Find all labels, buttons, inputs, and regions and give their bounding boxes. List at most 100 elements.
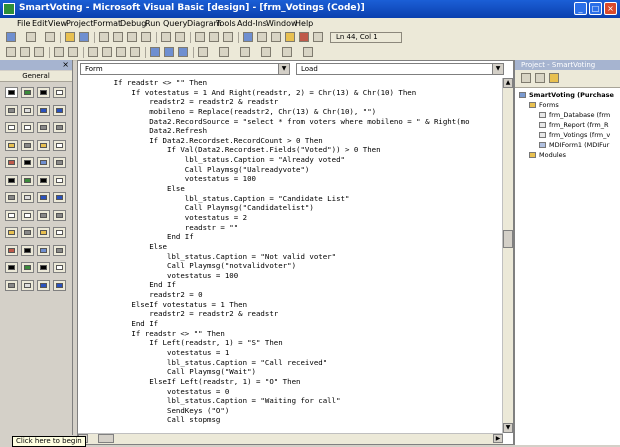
toolbox-hscroll-bar-icon[interactable] <box>37 122 50 133</box>
indent-icon[interactable] <box>54 47 64 57</box>
toggle-breakpoint-icon[interactable] <box>88 47 98 57</box>
toolbox-icon[interactable] <box>299 32 309 42</box>
code-line[interactable]: ElseIf votestatus = 1 Then <box>78 300 503 310</box>
procedure-combo[interactable]: Load ▼ <box>296 63 504 75</box>
data-view-icon[interactable] <box>313 32 323 42</box>
code-line[interactable]: Call stopmsg <box>78 415 503 425</box>
code-line[interactable]: readstr2 = readstr2 & readstr <box>78 97 503 107</box>
comment-block-icon[interactable] <box>102 47 112 57</box>
scroll-up-icon[interactable]: ▲ <box>503 78 513 88</box>
code-line[interactable]: votestatus = 100 <box>78 271 503 281</box>
scroll-right-icon[interactable]: ▶ <box>493 434 503 443</box>
toolbox-mscomm-icon[interactable] <box>53 244 66 256</box>
toolbox-hierarchical-grid-icon[interactable] <box>37 279 50 291</box>
start-icon[interactable] <box>195 32 205 42</box>
undo-icon[interactable] <box>161 32 171 42</box>
toolbox-coolbar-icon[interactable] <box>37 244 50 256</box>
toolbox-combo-box-icon[interactable] <box>5 122 18 133</box>
code-line[interactable]: Else <box>78 184 503 194</box>
menu-debug[interactable]: Debug <box>120 18 146 30</box>
code-line[interactable]: SendKeys ("O") <box>78 406 503 416</box>
toolbox-animation-icon[interactable] <box>21 227 34 238</box>
toolbox-pointer-icon[interactable] <box>5 87 18 98</box>
toolbox-grid-icon[interactable] <box>37 174 50 186</box>
toolbox-tab-strip-icon[interactable] <box>5 192 18 203</box>
code-line[interactable]: lbl_status.Caption = "Already voted" <box>78 155 503 165</box>
properties-window-icon[interactable] <box>257 32 267 42</box>
send-to-back-icon[interactable] <box>282 47 292 57</box>
maximize-button[interactable]: □ <box>589 2 602 15</box>
toolbox-drive-list-icon[interactable] <box>21 139 34 151</box>
toolbox-label-icon[interactable] <box>37 87 50 98</box>
toolbox-data-control-icon[interactable] <box>53 157 66 168</box>
code-line[interactable]: Data2.RecordSource = "select * from vote… <box>78 117 503 127</box>
code-line[interactable]: readstr2 = 0 <box>78 290 503 300</box>
code-line[interactable]: Call Playmsg("notvalidvoter") <box>78 261 503 271</box>
toolbox-datacombo-icon[interactable] <box>21 279 34 291</box>
vertical-scrollbar[interactable]: ▲ ▼ <box>502 78 513 433</box>
toolbox-check-box-icon[interactable] <box>37 104 50 116</box>
code-line[interactable]: End If <box>78 280 503 290</box>
menu-help[interactable]: Help <box>295 18 313 30</box>
uncomment-block-icon[interactable] <box>116 47 126 57</box>
code-line[interactable]: If Left(readstr, 1) = "S" Then <box>78 338 503 348</box>
make-same-size-icon[interactable] <box>240 47 250 57</box>
scroll-down-icon[interactable]: ▼ <box>503 423 513 433</box>
toggle-bookmark-icon[interactable] <box>130 47 140 57</box>
code-line[interactable]: Else <box>78 242 503 252</box>
menu-window[interactable]: Window <box>266 18 298 30</box>
previous-bookmark-icon[interactable] <box>164 47 174 57</box>
toolbox-command-button-icon[interactable] <box>21 104 34 116</box>
code-line[interactable]: lbl_status.Caption = "Candidate List" <box>78 194 503 204</box>
toolbox-up-down-icon[interactable] <box>37 227 50 238</box>
vertical-scroll-thumb[interactable] <box>503 230 513 248</box>
cut-icon[interactable] <box>99 32 109 42</box>
code-line[interactable]: Data2.Refresh <box>78 126 503 136</box>
bring-to-front-icon[interactable] <box>261 47 271 57</box>
chevron-down-icon[interactable]: ▼ <box>278 64 289 74</box>
view-object-icon[interactable] <box>535 73 545 83</box>
toolbox-flat-scroll-icon[interactable] <box>21 244 34 256</box>
toolbox-progress-bar-icon[interactable] <box>53 192 66 203</box>
code-line[interactable]: If readstr <> "" Then <box>78 329 503 339</box>
toolbox-vscroll-bar-icon[interactable] <box>53 122 66 133</box>
align-icon[interactable] <box>198 47 208 57</box>
tree-item-mdi-form[interactable]: MDIForm1 (MDIFur <box>539 140 609 150</box>
find-icon[interactable] <box>141 32 151 42</box>
tree-item-forms-folder[interactable]: Forms <box>529 100 559 110</box>
code-line[interactable]: votestatus = 100 <box>78 174 503 184</box>
horizontal-scroll-thumb[interactable] <box>98 434 114 443</box>
toolbox-timer-icon[interactable] <box>5 139 18 151</box>
toolbox-datagrid-icon[interactable] <box>53 262 66 273</box>
end-icon[interactable] <box>223 32 233 42</box>
object-browser-icon[interactable] <box>285 32 295 42</box>
toolbox-inet-icon[interactable] <box>21 262 34 273</box>
open-project-icon[interactable] <box>65 32 75 42</box>
lock-controls-icon[interactable] <box>303 47 313 57</box>
code-line[interactable]: Call Playmsg("Candidatelist") <box>78 203 503 213</box>
code-line[interactable]: readstr2 = readstr2 & readstr <box>78 309 503 319</box>
toolbox-tab-general[interactable]: General <box>0 71 72 82</box>
menu-add-ins[interactable]: Add-Ins <box>237 18 267 30</box>
close-icon[interactable]: × <box>62 60 69 70</box>
toolbox-datalist-icon[interactable] <box>5 279 18 291</box>
menu-editor-icon[interactable] <box>45 32 55 42</box>
add-project-icon[interactable] <box>6 32 16 42</box>
toolbox-shape-icon[interactable] <box>5 157 18 168</box>
code-area[interactable]: If readstr <> "" Then If votestatus = 1 … <box>78 78 503 433</box>
toolbox-common-dialog-icon[interactable] <box>21 174 34 186</box>
next-bookmark-icon[interactable] <box>150 47 160 57</box>
menu-tools[interactable]: Tools <box>216 18 236 30</box>
code-line[interactable]: ElseIf Left(readstr, 1) = "O" Then <box>78 377 503 387</box>
code-line[interactable]: If votestatus = 1 And Right(readstr, 2) … <box>78 88 503 98</box>
menu-query[interactable]: Query <box>163 18 187 30</box>
menu-run[interactable]: Run <box>145 18 160 30</box>
code-line[interactable]: End If <box>78 232 503 242</box>
quick-info-icon[interactable] <box>34 47 44 57</box>
code-line[interactable]: If readstr <> "" Then <box>78 78 503 88</box>
toolbox-file-list-icon[interactable] <box>53 139 66 151</box>
toolbox-line-icon[interactable] <box>21 157 34 168</box>
toolbox-slider-icon[interactable] <box>53 209 66 221</box>
clear-bookmarks-icon[interactable] <box>178 47 188 57</box>
menu-file[interactable]: File <box>17 18 30 30</box>
